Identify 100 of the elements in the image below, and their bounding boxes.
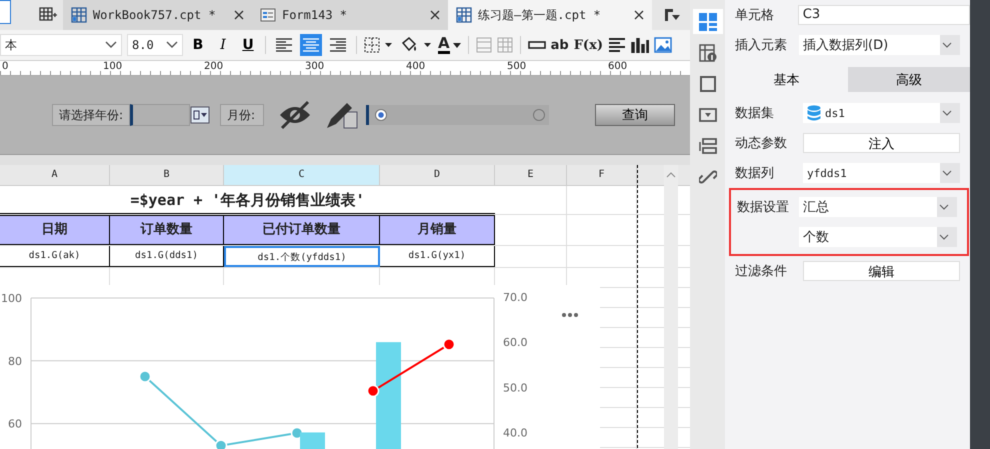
font-dropdown[interactable]: 本 — [0, 34, 122, 56]
toolbar-glyph[interactable]: F(x) — [574, 38, 603, 52]
setting-dropdown[interactable]: 汇总 — [799, 197, 957, 217]
field-label: 插入元素 — [735, 37, 788, 54]
column-header[interactable]: F — [567, 165, 637, 185]
panel-tab[interactable]: 高级 — [848, 67, 970, 92]
year-field[interactable] — [130, 104, 190, 126]
font-size-dropdown[interactable]: 8.0 — [127, 34, 183, 56]
ruler-label: 0 — [1, 61, 10, 74]
query-button[interactable]: 查询 — [595, 104, 676, 126]
dropdown-box-icon — [698, 108, 716, 122]
link-icon — [698, 168, 716, 186]
table-cell: ds1.个数(yfdds1) — [224, 246, 380, 267]
split-cells-icon[interactable] — [496, 37, 513, 53]
ruler-label: 600 — [607, 61, 628, 74]
spreadsheet-icon — [456, 7, 472, 23]
chevron-icon — [166, 41, 178, 49]
pencil-icon[interactable] — [324, 100, 358, 130]
chevron-icon — [939, 204, 949, 210]
database-icon — [807, 105, 821, 121]
stacked-bars-icon — [698, 138, 716, 154]
font-color-button[interactable]: A — [438, 36, 461, 54]
text-style-button[interactable]: U — [238, 34, 258, 56]
file-tab[interactable]: 练习题—第一题.cpt * — [448, 0, 652, 30]
chevron-icon — [939, 234, 949, 240]
setting-dropdown[interactable]: 个数 — [799, 227, 957, 247]
axis-tick-label: 70.0 — [503, 291, 528, 304]
square-icon — [698, 74, 716, 92]
chevron-icon — [942, 42, 952, 48]
insert-element-dropdown[interactable]: 插入数据列(D) — [799, 35, 960, 55]
chevron-icon — [942, 170, 952, 176]
axis-tick-label: 100 — [1, 292, 22, 305]
column-header[interactable]: A — [0, 165, 110, 185]
axis-tick-label: 60 — [8, 418, 22, 431]
field-label: 动态参数 — [735, 135, 788, 152]
file-tab[interactable]: WorkBook757.cpt * — [62, 0, 252, 30]
file-tab[interactable]: Form143 * — [252, 0, 448, 30]
border-icon[interactable] — [364, 37, 394, 53]
vertical-scrollbar[interactable] — [664, 165, 678, 449]
fill-color-icon[interactable] — [399, 36, 433, 54]
ruler-label: 300 — [304, 61, 326, 74]
ruler-label: 100 — [102, 61, 124, 74]
column-header[interactable]: E — [495, 165, 567, 185]
chevron-icon — [942, 110, 952, 116]
toolbar-glyph[interactable]: ab — [550, 38, 569, 52]
merge-cells-icon[interactable] — [476, 37, 492, 53]
hidden-eye-icon[interactable] — [278, 100, 312, 130]
table-cell: ds1.G(dds1) — [110, 246, 224, 267]
table-info-icon — [698, 44, 716, 62]
dropdown-icon[interactable] — [190, 106, 210, 124]
field-label: 数据集 — [735, 105, 775, 122]
ruler-label: 500 — [506, 61, 528, 74]
axis-tick-label: 50.0 — [503, 381, 528, 394]
cell-field[interactable]: C3 — [798, 5, 970, 25]
text-field-icon[interactable] — [528, 40, 546, 50]
field-label: 单元格 — [735, 7, 775, 24]
text-style-button[interactable]: B — [188, 34, 208, 56]
caret-icon — [452, 42, 461, 48]
close-icon[interactable] — [634, 10, 644, 20]
setting-button[interactable]: 编辑 — [803, 261, 960, 281]
close-icon[interactable] — [234, 10, 244, 20]
header-cell: 订单数量 — [110, 215, 224, 245]
report-title: =$year + '年各月份销售业绩表' — [0, 186, 495, 214]
setting-button[interactable]: 注入 — [803, 133, 960, 153]
axis-tick-label: 40.0 — [503, 426, 528, 440]
radio-button[interactable] — [533, 109, 546, 121]
bar-chart-icon[interactable] — [630, 36, 649, 54]
paragraph-icon[interactable] — [608, 37, 626, 53]
field-label: 数据列 — [735, 165, 775, 182]
close-icon[interactable] — [430, 10, 440, 20]
scroll-up-icon[interactable] — [666, 172, 676, 178]
more-icon[interactable] — [562, 313, 578, 317]
year-label: 请选择年份: — [52, 104, 130, 126]
field-label: 数据设置 — [737, 199, 790, 216]
table-cell: ds1.G(yx1) — [380, 246, 495, 267]
chevron-icon — [105, 41, 117, 49]
radio-button[interactable] — [375, 109, 388, 121]
side-panel-tab[interactable] — [692, 9, 722, 34]
spreadsheet-icon — [70, 7, 87, 23]
setting-dropdown[interactable]: ds1 — [803, 103, 960, 123]
ruler-label: 400 — [405, 61, 426, 74]
search-field[interactable] — [0, 0, 11, 24]
column-header[interactable]: C — [224, 165, 380, 185]
grid-icon — [698, 12, 716, 30]
image-icon[interactable] — [654, 37, 672, 53]
month-label: 月份: — [220, 104, 264, 126]
setting-dropdown[interactable]: yfdds1 — [803, 163, 960, 183]
tab-list-icon[interactable] — [664, 8, 680, 22]
table-cell: ds1.G(ak) — [0, 246, 110, 267]
axis-tick-label: 60.0 — [503, 336, 528, 350]
field-label: 过滤条件 — [735, 263, 788, 280]
grid-icon[interactable] — [38, 6, 57, 22]
header-cell: 已付订单数量 — [224, 215, 380, 245]
ruler-label: 200 — [203, 61, 224, 74]
axis-tick-label: 80 — [8, 354, 22, 368]
text-style-button[interactable]: I — [213, 34, 233, 56]
chart-bar — [300, 432, 325, 449]
form-icon — [260, 7, 276, 23]
column-header[interactable]: D — [380, 165, 495, 185]
header-cell: 日期 — [0, 215, 110, 245]
